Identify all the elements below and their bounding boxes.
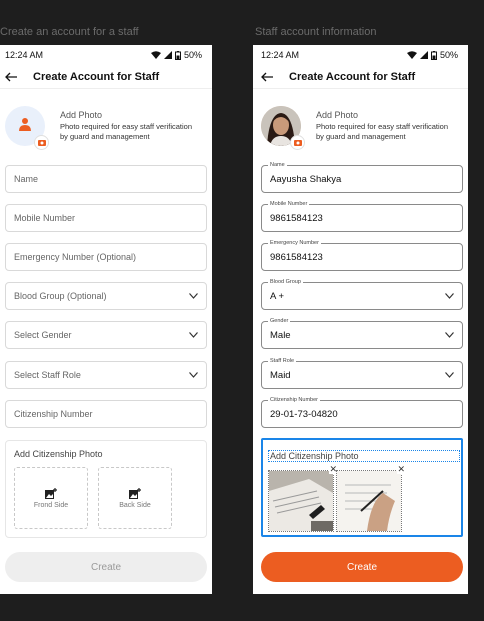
mobile-value: 9861584123 xyxy=(270,212,323,224)
status-time: 12:24 AM xyxy=(5,50,44,60)
citizenship-number-input[interactable]: Citizenship Number xyxy=(5,400,207,428)
profile-photo[interactable] xyxy=(261,106,305,150)
emergency-number-input[interactable]: Emergency Number (Optional) xyxy=(5,243,207,271)
back-side-upload[interactable]: Back Side xyxy=(98,467,172,529)
status-bar: 12:24 AM 50% xyxy=(253,45,468,65)
status-bar: 12:24 AM 50% xyxy=(0,45,212,65)
gender-value: Male xyxy=(270,329,291,341)
add-image-icon xyxy=(129,487,141,499)
gender-placeholder: Select Gender xyxy=(14,330,72,340)
mobile-placeholder: Mobile Number xyxy=(14,213,76,223)
staff-role-select[interactable]: Select Staff Role xyxy=(5,361,207,389)
front-side-photo[interactable]: ✕ xyxy=(268,465,337,532)
create-button[interactable]: Create xyxy=(261,552,463,582)
blood-value: A + xyxy=(270,290,284,302)
signal-icon xyxy=(163,51,172,59)
add-photo-title: Add Photo xyxy=(316,110,359,120)
blood-group-select[interactable]: Blood Group A + xyxy=(261,278,463,310)
back-side-image xyxy=(337,471,401,531)
role-placeholder: Select Staff Role xyxy=(14,370,81,380)
blood-placeholder: Blood Group (Optional) xyxy=(14,291,107,301)
front-side-image xyxy=(269,471,333,531)
add-photo-desc-line1: Photo required for easy staff verificati… xyxy=(316,122,449,131)
citizenship-photo-section: Add Citizenship Photo Frond Side Back Si… xyxy=(5,440,207,538)
add-photo-title: Add Photo xyxy=(60,110,103,120)
mobile-number-input[interactable]: Mobile Number 9861584123 xyxy=(261,200,463,232)
chevron-down-icon xyxy=(189,372,198,378)
person-icon xyxy=(19,118,31,131)
add-photo-desc-line2: by guard and management xyxy=(60,132,150,141)
chevron-down-icon xyxy=(445,332,454,338)
page-title: Create Account for Staff xyxy=(289,70,416,83)
empty-form-screen: 12:24 AM 50% Create Account for Staff Ad… xyxy=(0,45,212,594)
emergency-value: 9861584123 xyxy=(270,251,323,263)
chevron-down-icon xyxy=(189,293,198,299)
mobile-label: Mobile Number xyxy=(268,200,310,208)
citizenship-photo-title: Add Citizenship Photo xyxy=(14,449,103,459)
chevron-down-icon xyxy=(189,332,198,338)
blood-group-select[interactable]: Blood Group (Optional) xyxy=(5,282,207,310)
app-bar: Create Account for Staff xyxy=(0,65,212,89)
battery-icon xyxy=(174,50,181,60)
citizenship-number-input[interactable]: Citizenship Number 29-01-73-04820 xyxy=(261,396,463,428)
wifi-icon xyxy=(406,51,417,59)
name-input[interactable]: Name Aayusha Shakya xyxy=(261,161,463,193)
add-photo-text: Add Photo Photo required for easy staff … xyxy=(316,110,448,142)
name-label: Name xyxy=(268,161,287,169)
status-time: 12:24 AM xyxy=(261,50,300,60)
avatar-placeholder[interactable] xyxy=(5,106,49,150)
app-bar: Create Account for Staff xyxy=(253,65,468,89)
role-label: Staff Role xyxy=(268,357,297,365)
add-photo-text: Add Photo Photo required for easy staff … xyxy=(60,110,192,142)
citizenship-value: 29-01-73-04820 xyxy=(270,408,338,420)
add-photo-desc-line1: Photo required for easy staff verificati… xyxy=(60,122,193,131)
add-image-icon xyxy=(45,487,57,499)
signal-icon xyxy=(419,51,428,59)
gender-label: Gender xyxy=(268,317,291,325)
battery-icon xyxy=(430,50,437,60)
page-title: Create Account for Staff xyxy=(33,70,160,83)
left-frame-title: Create an account for a staff xyxy=(0,26,139,38)
back-arrow-icon[interactable] xyxy=(5,69,21,85)
name-value: Aayusha Shakya xyxy=(270,173,342,185)
camera-icon[interactable] xyxy=(34,135,49,150)
back-arrow-icon[interactable] xyxy=(261,69,277,85)
role-value: Maid xyxy=(270,369,291,381)
staff-role-select[interactable]: Staff Role Maid xyxy=(261,357,463,389)
status-icons: 50% xyxy=(406,50,458,60)
emergency-placeholder: Emergency Number (Optional) xyxy=(14,252,137,262)
emergency-label: Emergency Number xyxy=(268,239,321,247)
gender-select[interactable]: Select Gender xyxy=(5,321,207,349)
chevron-down-icon xyxy=(445,372,454,378)
front-side-label: Frond Side xyxy=(33,501,69,509)
citizenship-placeholder: Citizenship Number xyxy=(14,409,93,419)
name-placeholder: Name xyxy=(14,174,39,184)
battery-percent: 50% xyxy=(183,50,202,60)
name-input[interactable]: Name xyxy=(5,165,207,193)
blood-label: Blood Group xyxy=(268,278,303,286)
right-frame-title: Staff account information xyxy=(255,26,377,38)
close-icon[interactable]: ✕ xyxy=(397,465,405,474)
filled-form-screen: 12:24 AM 50% Create Account for Staff Ad… xyxy=(253,45,468,594)
front-side-upload[interactable]: Frond Side xyxy=(14,467,88,529)
back-side-photo[interactable]: ✕ xyxy=(336,465,405,532)
add-photo-section[interactable]: Add Photo Photo required for easy staff … xyxy=(253,89,468,153)
battery-percent: 50% xyxy=(439,50,458,60)
wifi-icon xyxy=(150,51,161,59)
back-side-label: Back Side xyxy=(119,501,151,509)
citizenship-label: Citizenship Number xyxy=(268,396,320,404)
add-photo-section[interactable]: Add Photo Photo required for easy staff … xyxy=(0,89,212,153)
citizenship-photo-section: Add Citizenship Photo ✕ ✕ xyxy=(261,438,463,537)
create-button[interactable]: Create xyxy=(5,552,207,582)
citizenship-photo-title: Add Citizenship Photo xyxy=(268,450,460,462)
gender-select[interactable]: Gender Male xyxy=(261,317,463,349)
status-icons: 50% xyxy=(150,50,202,60)
citizenship-photo-slots: Frond Side Back Side xyxy=(14,467,198,529)
chevron-down-icon xyxy=(445,293,454,299)
camera-icon[interactable] xyxy=(290,135,305,150)
add-photo-desc-line2: by guard and management xyxy=(316,132,406,141)
mobile-number-input[interactable]: Mobile Number xyxy=(5,204,207,232)
citizenship-photo-thumbnails: ✕ ✕ xyxy=(268,465,456,532)
emergency-number-input[interactable]: Emergency Number 9861584123 xyxy=(261,239,463,271)
